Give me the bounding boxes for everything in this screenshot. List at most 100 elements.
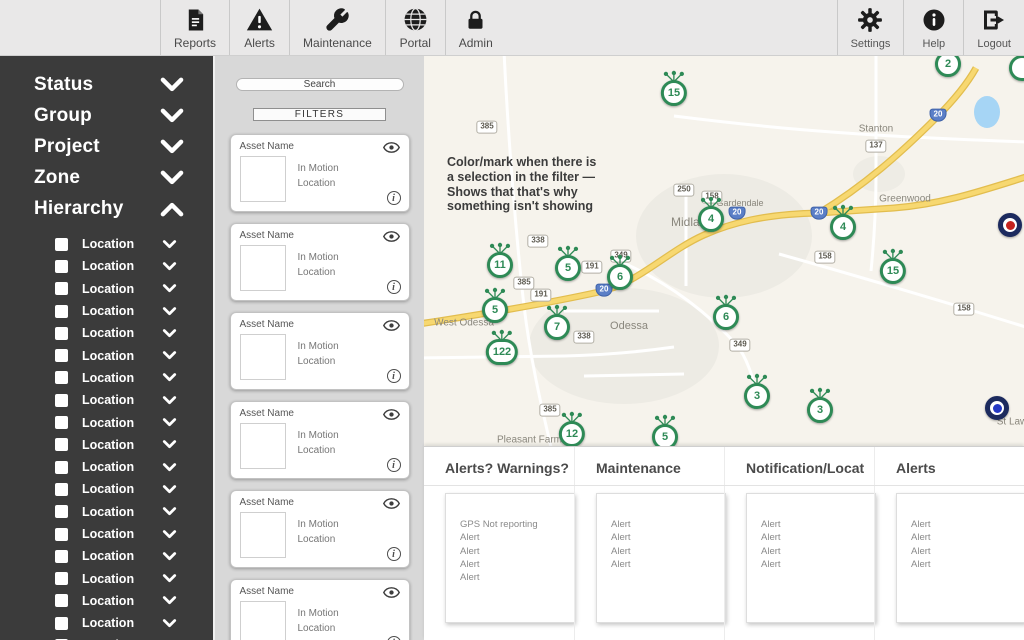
chevron-down-icon[interactable] [162,351,177,360]
alert-item[interactable]: Alert [611,545,725,558]
alert-item[interactable]: Alert [611,558,725,571]
alert-item[interactable]: Alert [761,545,875,558]
map-cluster-marker[interactable]: 2 [935,56,961,77]
sidebar-section-status[interactable]: Status [0,69,213,100]
alert-item[interactable]: Alert [611,518,725,531]
chevron-down-icon[interactable] [162,306,177,316]
alert-item[interactable]: Alert [611,531,725,544]
info-icon[interactable]: i [386,369,401,383]
map-cluster-marker[interactable]: 3 [807,387,833,423]
sidebar-location-item[interactable]: Location [0,255,213,277]
chevron-down-icon[interactable] [159,139,185,155]
chevron-down-icon[interactable] [162,239,177,249]
alert-item[interactable]: Alert [761,518,875,531]
sidebar-section-project[interactable]: Project [0,131,213,162]
alert-item[interactable]: Alert [460,558,574,571]
chevron-down-icon[interactable] [162,262,177,271]
sidebar-location-item[interactable]: Location [0,233,213,255]
topbar-item-settings[interactable]: Settings [836,0,904,55]
chevron-down-icon[interactable] [159,77,185,93]
map-cluster-marker[interactable] [1009,56,1024,81]
chevron-down-icon[interactable] [162,418,177,427]
map-cluster-marker[interactable]: 6 [713,294,739,330]
location-checkbox[interactable] [55,393,68,407]
eye-icon[interactable] [382,231,400,242]
sidebar-location-item[interactable]: Location [0,278,213,300]
sidebar-location-item[interactable]: Location [0,501,213,523]
chevron-down-icon[interactable] [162,373,177,382]
alert-card[interactable]: Alert Alert Alert Alert [746,493,876,623]
map-cluster-marker[interactable]: 11 [487,242,513,278]
asset-card[interactable]: Asset NameIn Motion Location i [229,490,410,568]
location-checkbox[interactable] [55,549,68,563]
location-checkbox[interactable] [55,527,68,541]
target-marker-blue[interactable] [985,396,1009,420]
location-checkbox[interactable] [55,349,68,363]
sidebar-location-item[interactable]: Location [0,389,213,411]
sidebar-location-item[interactable]: Location [0,634,213,640]
asset-card[interactable]: Asset NameIn Motion Location i [229,579,410,640]
topbar-item-reports[interactable]: Reports [160,0,229,55]
alert-card[interactable]: Alert Alert Alert Alert [596,493,726,623]
alert-item[interactable]: Alert [911,558,1024,571]
location-checkbox[interactable] [55,505,68,519]
topbar-item-alerts[interactable]: Alerts [229,0,289,55]
chevron-down-icon[interactable] [159,108,185,124]
alert-item[interactable]: Alert [460,531,574,544]
sidebar-section-hierarchy[interactable]: Hierarchy [0,193,213,224]
topbar-item-help[interactable]: Help [903,0,963,55]
alert-card[interactable]: Alert Alert Alert Alert [896,493,1024,623]
chevron-down-icon[interactable] [162,529,177,539]
location-checkbox[interactable] [55,259,68,273]
sidebar-section-group[interactable]: Group [0,100,213,131]
alert-item[interactable]: Alert [761,531,875,544]
chevron-down-icon[interactable] [162,485,177,494]
chevron-down-icon[interactable] [162,507,177,516]
map-cluster-marker[interactable]: 5 [482,287,508,323]
topbar-item-maintenance[interactable]: Maintenance [289,0,385,55]
map-cluster-marker[interactable]: 122 [485,329,519,365]
sidebar-location-item[interactable]: Location [0,434,213,456]
sidebar-location-item[interactable]: Location [0,545,213,567]
eye-icon[interactable] [382,587,400,598]
alert-item[interactable]: Alert [911,518,1024,531]
chevron-down-icon[interactable] [162,395,177,405]
sidebar-location-item[interactable]: Location [0,523,213,545]
eye-icon[interactable] [382,409,400,420]
chevron-up-icon[interactable] [159,201,185,217]
location-checkbox[interactable] [55,371,68,385]
location-checkbox[interactable] [55,416,68,430]
chevron-down-icon[interactable] [162,462,177,472]
alert-item[interactable]: Alert [761,558,875,571]
chevron-down-icon[interactable] [162,574,177,583]
sidebar-section-zone[interactable]: Zone [0,162,213,193]
sidebar-location-item[interactable]: Location [0,590,213,612]
info-icon[interactable]: i [386,547,401,561]
location-checkbox[interactable] [55,482,68,496]
topbar-item-admin[interactable]: Admin [444,0,506,55]
chevron-down-icon[interactable] [162,284,177,293]
location-checkbox[interactable] [55,282,68,296]
search-input[interactable]: Search [235,78,404,91]
map-cluster-marker[interactable]: 12 [558,411,586,446]
info-icon[interactable]: i [386,458,401,472]
topbar-item-logout[interactable]: Logout [963,0,1024,55]
alert-item[interactable]: Alert [911,531,1024,544]
sidebar-location-item[interactable]: Location [0,367,213,389]
topbar-item-portal[interactable]: Portal [384,0,445,55]
asset-card[interactable]: Asset NameIn Motion Location i [229,312,410,390]
info-icon[interactable]: i [386,636,401,640]
eye-icon[interactable] [382,320,400,331]
sidebar-location-item[interactable]: Location [0,300,213,322]
map-cluster-marker[interactable]: 5 [652,414,678,446]
sidebar-location-item[interactable]: Location [0,478,213,500]
location-checkbox[interactable] [55,616,68,630]
chevron-down-icon[interactable] [162,618,177,628]
sidebar-location-item[interactable]: Location [0,322,213,344]
chevron-down-icon[interactable] [162,328,177,338]
alert-card[interactable]: GPS Not reporting Alert Alert Alert Alert [445,493,575,623]
chevron-down-icon[interactable] [162,440,177,449]
alert-item[interactable]: Alert [460,545,574,558]
sidebar-location-item[interactable]: Location [0,612,213,634]
location-checkbox[interactable] [55,460,68,474]
